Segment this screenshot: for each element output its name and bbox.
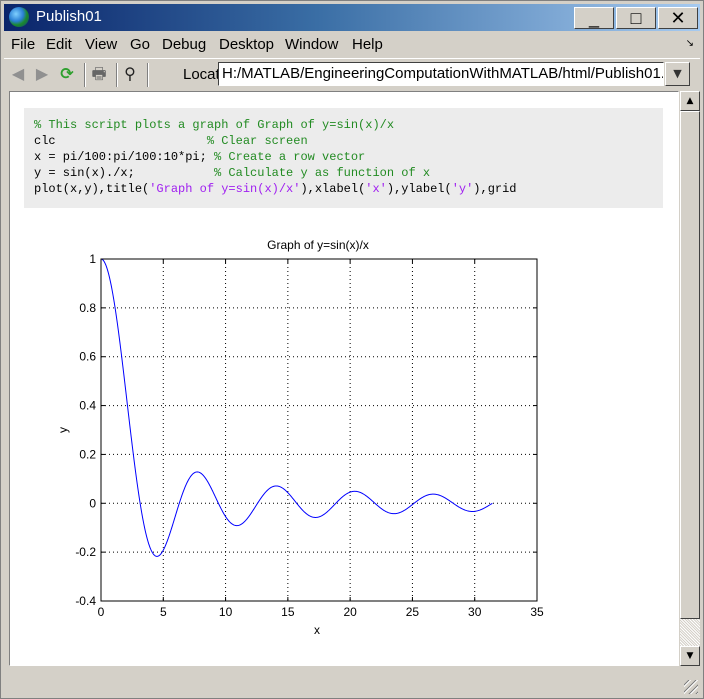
window: Publish01 _ □ ✕ File Edit View Go Debug … [0, 0, 704, 699]
maximize-button[interactable]: □ [616, 7, 656, 29]
menu-window[interactable]: Window [285, 36, 338, 53]
toolbar-separator [84, 63, 86, 87]
x-tick-label: 25 [406, 605, 420, 619]
series-line [101, 258, 493, 557]
x-tick-label: 0 [98, 605, 105, 619]
y-tick-label: 0.2 [79, 447, 96, 461]
x-tick-label: 10 [219, 605, 233, 619]
location-dropdown-button[interactable]: ▼ [665, 62, 690, 86]
y-tick-label: 1 [89, 252, 96, 266]
toolbar-separator [116, 63, 118, 87]
document-view: % This script plots a graph of Graph of … [9, 91, 679, 666]
arrow-down-icon: ▼ [686, 651, 694, 661]
grid [101, 259, 537, 601]
chevron-down-icon: ▼ [673, 67, 682, 80]
title-bar[interactable]: Publish01 _ □ ✕ [4, 4, 700, 31]
axes-box [100, 258, 538, 602]
y-tick-label: 0.4 [79, 399, 96, 413]
menu-file[interactable]: File [11, 36, 35, 53]
refresh-icon[interactable]: ⟳ [58, 65, 76, 83]
y-axis-label: y [56, 427, 70, 433]
close-button[interactable]: ✕ [658, 7, 698, 29]
series-layer [101, 258, 493, 557]
tick-labels: 0 5 10 15 20 25 30 35 -0.4 -0.2 0 0.2 0.4 0.6 0.8 1 [75, 252, 544, 619]
menu-bar: File Edit View Go Debug Desktop Window H… [4, 34, 700, 56]
minimize-button[interactable]: _ [574, 7, 614, 29]
toolbar: ◀ ▶ ⟳ 🖶 ⚲ Location: H:/MATLAB/Engineerin… [4, 58, 700, 89]
forward-arrow-icon[interactable]: ▶ [33, 65, 51, 83]
menu-help[interactable]: Help [352, 36, 383, 53]
resize-grip-icon[interactable] [684, 680, 698, 694]
binoculars-find-icon[interactable]: ⚲ [121, 65, 139, 83]
ticks [100, 258, 538, 602]
x-tick-label: 5 [160, 605, 167, 619]
x-axis-label: x [314, 623, 320, 637]
scroll-up-button[interactable]: ▲ [680, 91, 700, 111]
location-input[interactable]: H:/MATLAB/EngineeringComputationWithMATL… [218, 62, 664, 86]
menu-edit[interactable]: Edit [46, 36, 72, 53]
globe-icon [9, 7, 29, 27]
vertical-scrollbar[interactable]: ▲ ▼ [680, 91, 700, 666]
y-tick-label: 0 [89, 496, 96, 510]
menu-go[interactable]: Go [130, 36, 150, 53]
print-icon[interactable]: 🖶 [90, 65, 108, 83]
status-bar [4, 668, 700, 696]
window-title: Publish01 [36, 8, 102, 25]
scroll-track[interactable] [680, 619, 700, 646]
x-tick-label: 20 [343, 605, 357, 619]
menu-debug[interactable]: Debug [162, 36, 206, 53]
x-tick-label: 15 [281, 605, 295, 619]
scroll-thumb[interactable] [680, 111, 700, 619]
back-arrow-icon[interactable]: ◀ [9, 65, 27, 83]
undock-icon[interactable]: ↘ [686, 38, 694, 49]
arrow-up-icon: ▲ [686, 96, 694, 106]
y-tick-label: 0.6 [79, 350, 96, 364]
toolbar-separator [147, 63, 149, 87]
scroll-down-button[interactable]: ▼ [680, 646, 700, 666]
y-tick-label: -0.4 [75, 594, 96, 608]
plot-figure: Graph of y=sin(x)/x x y 0 5 10 15 20 25 30 35-0… [56, 238, 544, 637]
menu-view[interactable]: View [85, 36, 117, 53]
chart-title: Graph of y=sin(x)/x [267, 238, 369, 252]
y-tick-label: -0.2 [75, 545, 96, 559]
menu-desktop[interactable]: Desktop [219, 36, 274, 53]
x-tick-label: 30 [468, 605, 482, 619]
x-tick-label: 35 [530, 605, 544, 619]
y-tick-label: 0.8 [79, 301, 96, 315]
